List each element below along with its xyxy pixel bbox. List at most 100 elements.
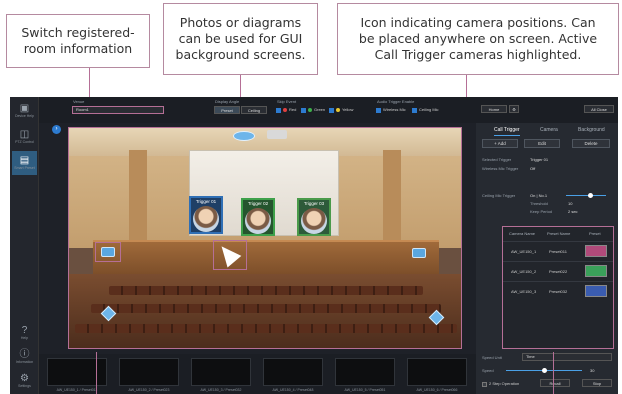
camera-thumbnail[interactable] <box>47 358 107 386</box>
camera-thumbnail[interactable] <box>335 358 395 386</box>
event-red-checkbox[interactable]: Red <box>276 107 296 113</box>
person-photo <box>301 208 327 234</box>
wireless-trigger-value: Off <box>530 166 536 171</box>
angle-preset-button[interactable]: Preset <box>214 106 240 114</box>
seat-row <box>91 304 441 313</box>
ceiling-slider[interactable] <box>566 193 606 198</box>
ceiling-camera-icon[interactable] <box>233 131 255 141</box>
display-angle-label: Display Angle <box>215 99 240 104</box>
help-icon: ? <box>21 325 28 336</box>
selected-trigger-value: Trigger 01 <box>530 157 549 162</box>
tab-call-trigger[interactable]: Call Trigger <box>494 127 520 136</box>
preset-thumbnail <box>585 285 607 297</box>
delete-button[interactable]: Delete <box>572 139 610 148</box>
projector-icon <box>267 130 287 139</box>
camera-thumbnail[interactable] <box>407 358 467 386</box>
col-preset: Preset <box>589 231 601 236</box>
ceiling-mic-checkbox[interactable]: Ceiling Mic <box>412 107 439 113</box>
callout-camera-icon: Icon indicating camera positions. Can be… <box>337 3 619 75</box>
camera-thumbnail[interactable] <box>191 358 251 386</box>
app-window: ▣ Device Help ◫ PTZ Control ▤ Smart Preset … <box>10 97 618 394</box>
nav-info[interactable]: ⓘ Information <box>12 345 37 369</box>
camera-left-icon[interactable] <box>101 247 115 257</box>
camera-thumbnail[interactable] <box>263 358 323 386</box>
selected-trigger-label: Selected Trigger <box>482 157 512 162</box>
trigger-label: Trigger 02 <box>247 201 269 206</box>
expand-arrow-icon[interactable]: › <box>52 125 61 134</box>
camera-cell: AW_UE150_2 <box>511 269 537 274</box>
thumbnail-label: AW_UE150_6 / Preset066 <box>416 388 458 392</box>
nav-help[interactable]: ? Help <box>12 321 37 345</box>
nav-label: Help <box>20 336 29 340</box>
nav-ptz[interactable]: ◫ PTZ Control <box>12 125 37 149</box>
event-green-checkbox[interactable]: Green <box>301 107 325 113</box>
keep-period-value: 2 sec <box>568 209 578 214</box>
preset-table: Camera Name Preset Name Preset AW_UE150_… <box>502 226 614 349</box>
threshold-label: Threshold <box>530 201 548 206</box>
thumbnail-label: AW_UE150_4 / Preset048 <box>272 388 314 392</box>
trigger-02-button[interactable]: Trigger 02 <box>241 198 275 236</box>
speed-unit-select[interactable]: Time <box>522 353 612 361</box>
background-view[interactable]: Trigger 01 Trigger 02 Trigger 03 <box>68 127 462 349</box>
info-icon: ⓘ <box>19 349 30 360</box>
all-close-button[interactable]: All Close <box>584 105 614 113</box>
event-yellow-checkbox[interactable]: Yellow <box>329 107 353 113</box>
camera-thumbnails: AW_UE150_1 / Preset011 AW_UE150_2 / Pres… <box>39 354 476 394</box>
skip-event-label: Skip Event <box>277 99 297 104</box>
speed-label: Speed <box>482 368 494 373</box>
trigger-label: Trigger 01 <box>195 199 217 204</box>
trigger-label: Trigger 03 <box>303 201 325 206</box>
stop-button[interactable]: Stop <box>582 379 612 387</box>
angle-ceiling-button[interactable]: Ceiling <box>241 106 267 114</box>
event-label: Green <box>314 107 326 112</box>
thumbnail-label: AW_UE150_2 / Preset023 <box>128 388 170 392</box>
table-row[interactable]: AW_UE150_2 Preset022 <box>503 261 613 280</box>
audio-trigger-label: Audio Trigger Enable <box>377 99 415 104</box>
thumbnail-label: AW_UE150_1 / Preset011 <box>56 388 98 392</box>
speed-slider[interactable] <box>506 368 582 373</box>
speed-value: 30 <box>590 368 595 373</box>
seat-row <box>109 286 423 295</box>
add-button[interactable]: + Add <box>482 139 518 148</box>
venue-select[interactable]: Room1 <box>72 106 164 114</box>
top-bar: Venue Room1 Display Angle Preset Ceiling… <box>39 97 618 123</box>
device-icon: ▣ <box>19 103 30 114</box>
audio-label: Wireless Mic <box>383 107 406 112</box>
tab-background[interactable]: Background <box>578 127 605 133</box>
camera-cell: AW_UE150_3 <box>511 289 537 294</box>
callout-background: Photos or diagrams can be used for GUI b… <box>163 3 318 75</box>
nav-smart-preset[interactable]: ▤ Smart Preset <box>12 151 37 175</box>
settings-icon: ⚙ <box>20 373 29 384</box>
preset-cell: Preset032 <box>549 289 568 294</box>
table-row[interactable]: AW_UE150_1 Preset011 <box>503 241 613 260</box>
camera-right-icon[interactable] <box>412 248 426 258</box>
thumbnail-label: AW_UE150_3 / Preset032 <box>200 388 242 392</box>
front-desk <box>93 240 439 274</box>
trigger-03-button[interactable]: Trigger 03 <box>297 198 331 236</box>
two-step-checkbox[interactable]: 2 Step Operation <box>482 381 519 387</box>
nav-settings[interactable]: ⚙ Settings <box>12 369 37 393</box>
nav-label: PTZ Control <box>15 140 34 144</box>
wall-pillar <box>129 150 147 250</box>
nav-device[interactable]: ▣ Device Help <box>12 99 37 123</box>
nav-label: Settings <box>18 384 31 388</box>
callout-switch-info: Switch registered- room information <box>6 14 150 68</box>
camera-cell: AW_UE150_1 <box>511 249 537 254</box>
preset-cell: Preset011 <box>549 249 567 254</box>
tab-camera[interactable]: Camera <box>540 127 558 133</box>
keep-period-label: Keep Period <box>530 209 553 214</box>
thumbnail-label: AW_UE150_5 / Preset051 <box>344 388 386 392</box>
wireless-mic-checkbox[interactable]: Wireless Mic <box>376 107 406 113</box>
preset-thumbnail <box>585 245 607 257</box>
recall-button[interactable]: Recall <box>540 379 570 387</box>
home-settings-icon[interactable]: ⚙ <box>509 105 519 113</box>
table-row[interactable]: AW_UE150_3 Preset032 <box>503 281 613 300</box>
home-button[interactable]: Home <box>481 105 507 113</box>
leader-line <box>553 352 554 394</box>
camera-thumbnail[interactable] <box>119 358 179 386</box>
nav-label: Information <box>15 360 34 364</box>
preset-icon: ▤ <box>19 155 30 166</box>
trigger-01-button[interactable]: Trigger 01 <box>189 196 223 234</box>
nav-label: Smart Preset <box>14 166 35 170</box>
edit-button[interactable]: Edit <box>524 139 560 148</box>
